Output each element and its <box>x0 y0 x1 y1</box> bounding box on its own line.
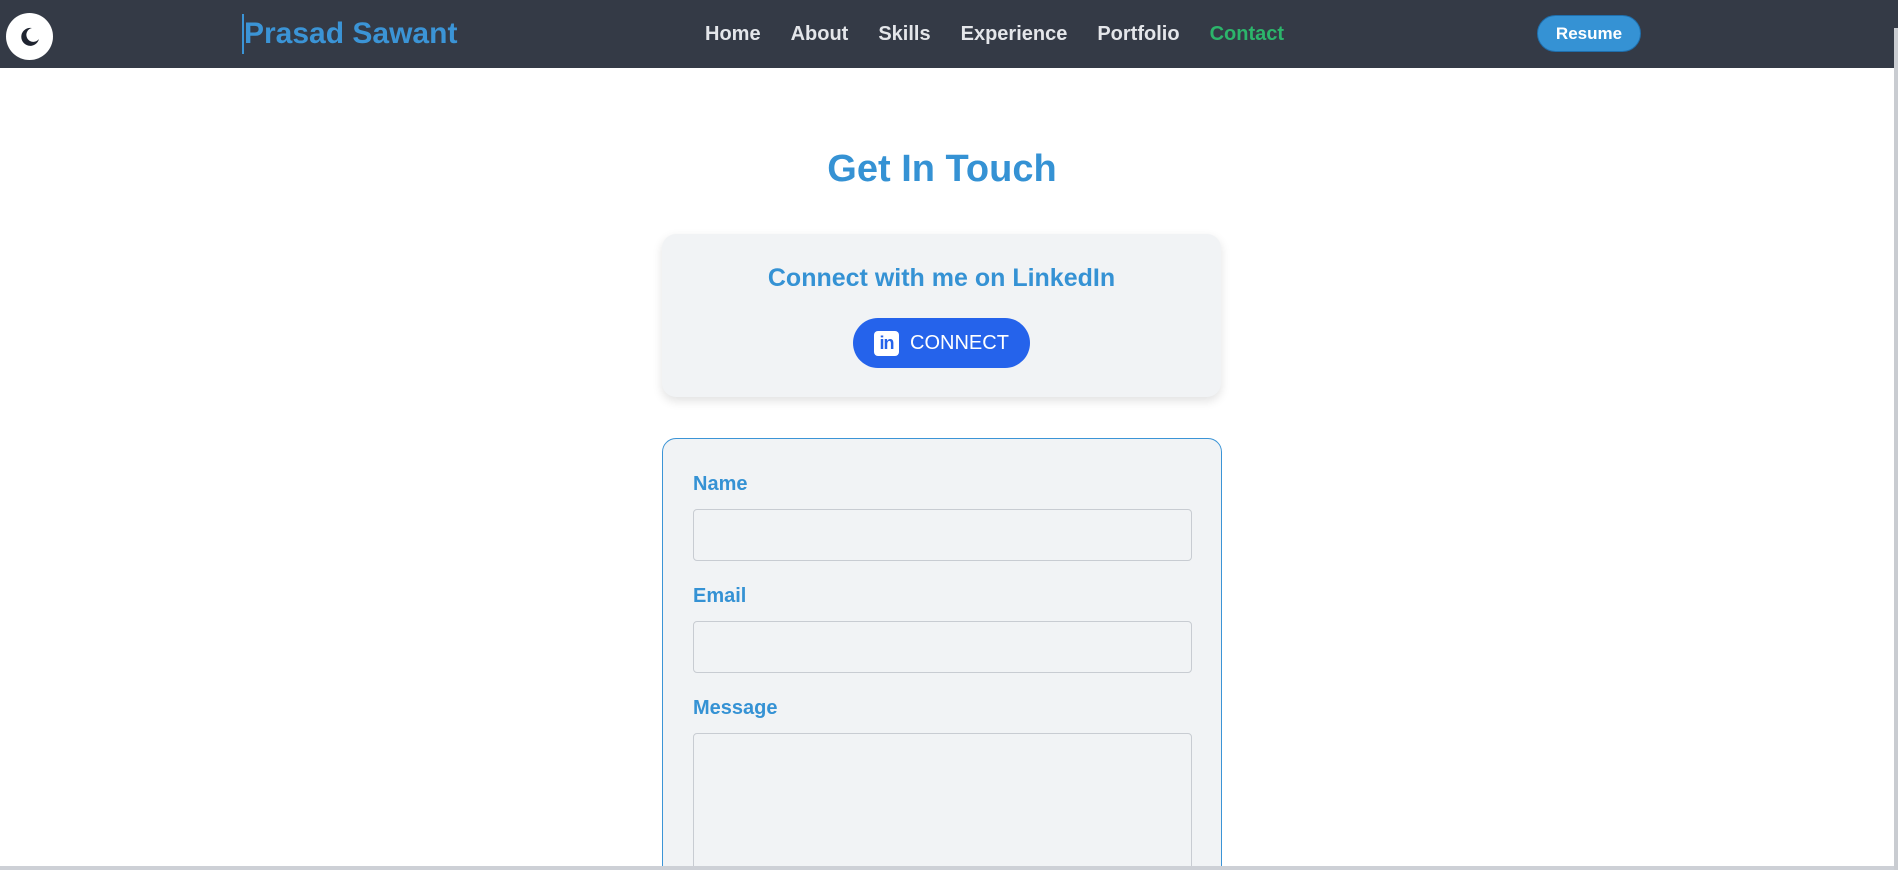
page-title: Get In Touch <box>827 148 1057 190</box>
navbar: Prasad Sawant Home About Skills Experien… <box>0 0 1894 68</box>
scrollbar-track[interactable] <box>1894 0 1898 870</box>
linkedin-card-title: Connect with me on LinkedIn <box>767 264 1116 292</box>
nav-link-experience[interactable]: Experience <box>961 23 1068 46</box>
nav-link-contact[interactable]: Contact <box>1210 23 1284 46</box>
message-label: Message <box>693 697 778 719</box>
nav-link-portfolio[interactable]: Portfolio <box>1097 23 1179 46</box>
nav-link-about[interactable]: About <box>791 23 849 46</box>
email-input[interactable] <box>693 621 1192 673</box>
name-label: Name <box>693 473 748 495</box>
linkedin-icon: in <box>874 330 900 356</box>
theme-toggle-button[interactable] <box>6 13 53 60</box>
moon-icon <box>20 27 39 46</box>
connect-button-label: CONNECT <box>910 331 1009 354</box>
linkedin-card: Connect with me on LinkedIn in CONNECT <box>662 234 1221 397</box>
nav-links: Home About Skills Experience Portfolio C… <box>705 0 1284 68</box>
brand-name[interactable]: Prasad Sawant <box>242 14 457 54</box>
resume-button[interactable]: Resume <box>1537 15 1641 52</box>
message-textarea[interactable] <box>693 733 1192 870</box>
contact-form: Name Email Message <box>662 438 1222 870</box>
linkedin-connect-button[interactable]: in CONNECT <box>853 318 1030 368</box>
email-label: Email <box>693 585 747 607</box>
window-bottom-edge <box>0 866 1894 870</box>
name-input[interactable] <box>693 509 1192 561</box>
nav-link-home[interactable]: Home <box>705 23 761 46</box>
nav-link-skills[interactable]: Skills <box>878 23 930 46</box>
scrollbar-thumb[interactable] <box>1894 0 1898 28</box>
